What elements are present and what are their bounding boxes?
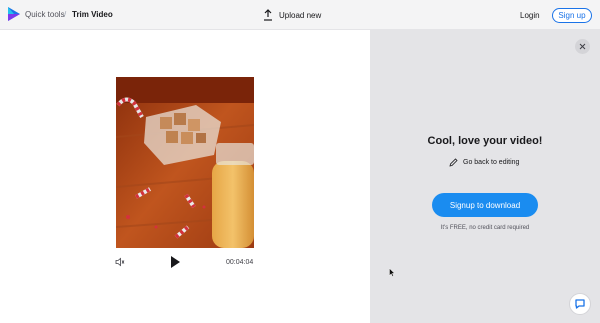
volume-icon[interactable]	[115, 257, 125, 267]
login-link[interactable]: Login	[520, 11, 540, 20]
panel-title: Cool, love your video!	[427, 135, 543, 147]
app-logo-icon[interactable]	[7, 6, 21, 22]
signup-button-header[interactable]: Sign up	[552, 8, 592, 23]
video-thumbnail	[116, 77, 254, 248]
chat-button[interactable]	[569, 293, 591, 315]
free-note: It's FREE, no credit card required	[440, 225, 530, 231]
video-duration: 00:04:04	[226, 259, 254, 266]
pencil-icon	[449, 158, 458, 167]
breadcrumb-current: Trim Video	[72, 10, 113, 19]
back-to-editing-label: Go back to editing	[463, 159, 520, 166]
breadcrumb-quick-tools[interactable]: Quick tools	[25, 10, 65, 19]
back-to-editing-link[interactable]: Go back to editing	[449, 158, 519, 167]
upload-icon	[264, 9, 272, 21]
video-preview[interactable]	[116, 77, 254, 248]
close-icon	[579, 43, 586, 50]
upload-new-button[interactable]: Upload new	[263, 8, 321, 22]
breadcrumb-separator: /	[64, 10, 67, 19]
close-button[interactable]	[575, 39, 590, 54]
download-panel	[370, 30, 600, 323]
mouse-cursor-icon	[389, 268, 395, 277]
play-icon[interactable]	[168, 255, 182, 269]
signup-to-download-button[interactable]: Signup to download	[432, 193, 538, 217]
upload-new-label: Upload new	[279, 10, 322, 20]
chat-icon	[575, 299, 585, 309]
